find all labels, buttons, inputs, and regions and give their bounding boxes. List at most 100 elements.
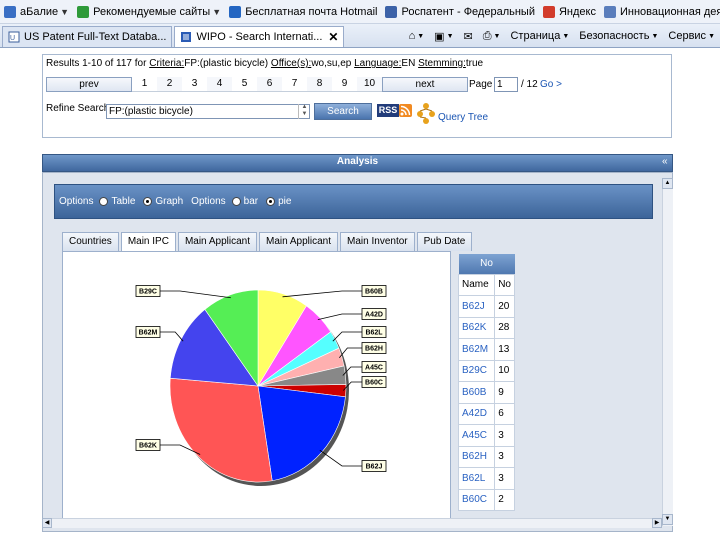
favorite-item[interactable]: Рекомендуемые сайты▼ xyxy=(73,1,225,23)
favorite-label: Рекомендуемые сайты xyxy=(93,6,210,18)
browser-tab[interactable]: U US Patent Full-Text Databa... xyxy=(2,26,172,47)
row-name[interactable]: B62M xyxy=(459,339,495,361)
page-link[interactable]: 3 xyxy=(182,77,207,92)
rss-icon[interactable] xyxy=(399,104,412,117)
collapse-icon[interactable]: « xyxy=(662,156,668,167)
command-bar: ⌂▼ ▣▼ ✉ ⎙▼ Страница▼ Безопасность▼ Серви… xyxy=(404,25,720,47)
vertical-scrollbar[interactable] xyxy=(662,178,673,526)
refine-search-input[interactable] xyxy=(106,104,310,119)
row-count: 20 xyxy=(495,296,515,318)
mail-icon[interactable]: ✉ xyxy=(459,30,478,43)
office-label[interactable]: Office(s): xyxy=(271,58,311,69)
analysis-title: Analysis xyxy=(42,156,673,167)
column-header-no: No xyxy=(495,274,515,296)
language-label[interactable]: Language: xyxy=(354,58,401,69)
page-total: / 12 xyxy=(521,79,538,90)
query-tree-link[interactable]: Query Tree xyxy=(438,112,488,123)
page-link[interactable]: 10 xyxy=(357,77,382,92)
next-button[interactable]: next xyxy=(382,77,468,92)
table-top-header: No xyxy=(459,254,515,274)
menu-page[interactable]: Страница▼ xyxy=(505,30,574,42)
tab-main-applicant-2[interactable]: Main Applicant xyxy=(259,232,338,251)
table-row: B62L3 xyxy=(459,468,515,490)
favorite-label: Яндекс xyxy=(559,6,596,18)
browser-tab-active[interactable]: WIPO - Search Internati... ✕ xyxy=(174,26,344,47)
page-link[interactable]: 9 xyxy=(332,77,357,92)
row-count: 10 xyxy=(495,360,515,382)
home-icon[interactable]: ⌂▼ xyxy=(404,30,430,42)
row-name[interactable]: B60B xyxy=(459,382,495,404)
tab-label: US Patent Full-Text Databa... xyxy=(24,31,166,43)
horizontal-scrollbar[interactable] xyxy=(42,518,662,528)
favorites-bar: аБалие▼ Рекомендуемые сайты▼ Бесплатная … xyxy=(0,0,720,24)
row-name[interactable]: B29C xyxy=(459,360,495,382)
page-link[interactable]: 1 xyxy=(132,77,157,92)
rss-button[interactable]: RSS xyxy=(377,104,399,117)
pie-radio[interactable] xyxy=(266,197,275,206)
favorite-item[interactable]: Бесплатная почта Hotmail xyxy=(225,1,381,23)
row-name[interactable]: A42D xyxy=(459,403,495,425)
graph-radio[interactable] xyxy=(143,197,152,206)
pie-option-label: pie xyxy=(278,196,291,207)
row-name[interactable]: B62H xyxy=(459,446,495,468)
table-radio[interactable] xyxy=(99,197,108,206)
tab-main-ipc[interactable]: Main IPC xyxy=(121,232,176,251)
menu-tools[interactable]: Сервис▼ xyxy=(663,30,720,42)
prev-button[interactable]: prev xyxy=(46,77,132,92)
criteria-label[interactable]: Criteria: xyxy=(149,58,184,69)
tab-main-inventor[interactable]: Main Inventor xyxy=(340,232,415,251)
print-icon[interactable]: ⎙▼ xyxy=(478,30,506,43)
row-name[interactable]: A45C xyxy=(459,425,495,447)
row-count: 3 xyxy=(495,425,515,447)
slice-label: B60C xyxy=(365,380,383,387)
close-icon[interactable]: ✕ xyxy=(328,30,338,44)
slice-label: B62H xyxy=(365,346,383,353)
page-number-input[interactable] xyxy=(494,77,518,92)
search-button[interactable]: Search xyxy=(314,103,372,120)
chevron-down-icon[interactable]: ▼ xyxy=(60,7,69,17)
row-name[interactable]: B62J xyxy=(459,296,495,318)
row-count: 2 xyxy=(495,489,515,511)
favorite-item[interactable]: Роспатент - Федеральный xyxy=(381,1,539,23)
bar-radio[interactable] xyxy=(232,197,241,206)
tab-main-applicant[interactable]: Main Applicant xyxy=(178,232,257,251)
row-name[interactable]: B62K xyxy=(459,317,495,339)
go-link[interactable]: Go > xyxy=(540,79,562,90)
feeds-icon[interactable]: ▣▼ xyxy=(429,30,458,43)
slice-label: A45C xyxy=(365,365,383,372)
menu-safety[interactable]: Безопасность▼ xyxy=(574,30,663,42)
page-link[interactable]: 7 xyxy=(282,77,307,92)
favorite-item[interactable]: Инновационная деятельн... xyxy=(600,1,720,23)
row-name[interactable]: B62L xyxy=(459,468,495,490)
tab-pub-date[interactable]: Pub Date xyxy=(417,232,473,251)
options-label: Options xyxy=(59,196,93,207)
chevron-down-icon[interactable]: ▼ xyxy=(212,7,221,17)
browser-tab-bar: U US Patent Full-Text Databa... WIPO - S… xyxy=(0,24,720,48)
callout-line xyxy=(160,332,183,341)
favorite-item[interactable]: аБалие▼ xyxy=(0,1,73,23)
scroll-up-icon[interactable]: ▲ xyxy=(662,178,673,189)
scroll-arrows-icon[interactable]: ▲▼ xyxy=(298,104,310,119)
pie-slice-b62j[interactable] xyxy=(258,386,345,481)
scroll-left-icon[interactable]: ◀ xyxy=(42,518,52,528)
tab-countries[interactable]: Countries xyxy=(62,232,119,251)
page-link[interactable]: 6 xyxy=(257,77,282,92)
pie-slice-b62k[interactable] xyxy=(170,378,272,482)
row-name[interactable]: B60C xyxy=(459,489,495,511)
stemming-label[interactable]: Stemming: xyxy=(418,58,466,69)
query-tree-icon[interactable] xyxy=(416,102,436,124)
pie-slices xyxy=(170,290,346,482)
slice-label: B29C xyxy=(139,289,157,296)
page-link[interactable]: 8 xyxy=(307,77,332,92)
data-table: No Name No B62J20B62K28B62M13B29C10B60B9… xyxy=(458,254,515,511)
scroll-down-icon[interactable]: ▼ xyxy=(662,514,673,525)
page-link[interactable]: 5 xyxy=(232,77,257,92)
favorite-item[interactable]: Яндекс xyxy=(539,1,600,23)
menu-label: Сервис xyxy=(668,30,706,42)
scroll-right-icon[interactable]: ▶ xyxy=(652,518,662,528)
tab-label: WIPO - Search Internati... xyxy=(196,31,322,43)
results-summary: Results 1-10 of 117 for Criteria:FP:(pla… xyxy=(46,58,483,69)
table-row: B60B9 xyxy=(459,382,515,404)
page-link[interactable]: 4 xyxy=(207,77,232,92)
page-link[interactable]: 2 xyxy=(157,77,182,92)
